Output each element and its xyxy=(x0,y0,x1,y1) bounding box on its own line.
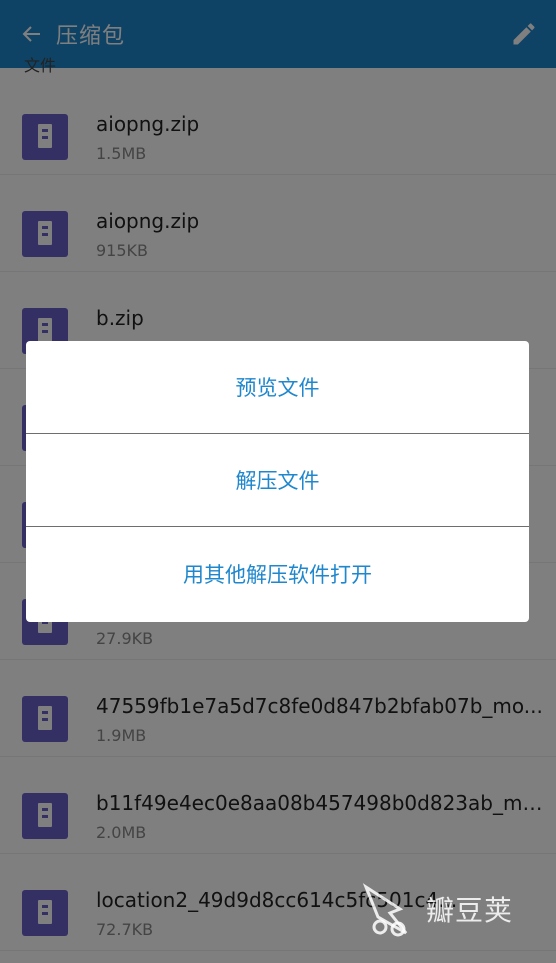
watermark-logo-icon xyxy=(362,883,408,937)
action-dialog: 预览文件 解压文件 用其他解压软件打开 xyxy=(26,341,529,622)
preview-file-button[interactable]: 预览文件 xyxy=(26,341,529,434)
watermark-text: 瓣豆荚 xyxy=(426,894,514,927)
extract-file-button[interactable]: 解压文件 xyxy=(26,434,529,527)
watermark: 瓣豆荚 xyxy=(360,874,530,944)
open-with-other-app-button[interactable]: 用其他解压软件打开 xyxy=(26,527,529,620)
